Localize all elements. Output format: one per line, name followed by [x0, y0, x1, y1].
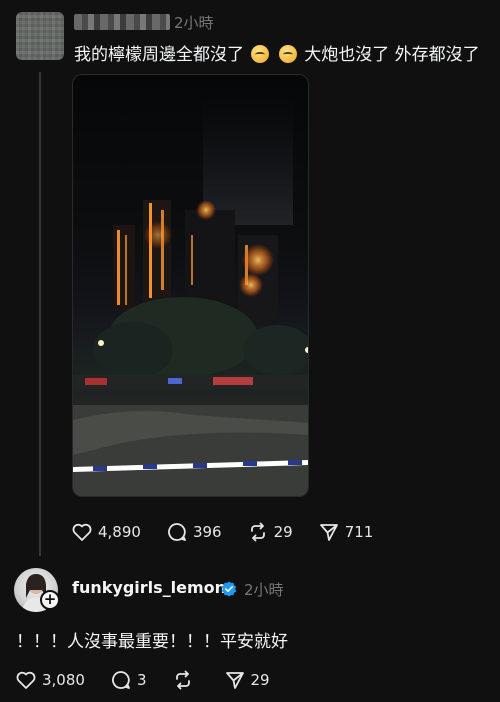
- post-1: 2小時 我的檸檬周邊全都沒了 大炮也沒了 外存都沒了 4,890 396 29 …: [0, 0, 500, 560]
- post-text-part1: 我的檸檬周邊全都沒了: [74, 45, 244, 65]
- like-count: 4,890: [98, 523, 141, 541]
- share-button[interactable]: 711: [319, 522, 374, 542]
- crying-face-icon: [251, 45, 270, 63]
- comment-icon: [168, 523, 186, 541]
- thread-line: [39, 72, 41, 556]
- send-icon: [225, 672, 244, 689]
- post-text-part2: 大炮也沒了 外存都沒了: [304, 45, 480, 65]
- comment-button[interactable]: 396: [167, 522, 222, 542]
- username[interactable]: funkygirls_lemon: [72, 578, 226, 597]
- crying-face-icon: [278, 45, 297, 63]
- repost-button[interactable]: [173, 670, 199, 690]
- like-count: 3,080: [42, 671, 85, 689]
- heart-icon: [16, 671, 36, 689]
- like-button[interactable]: 3,080: [16, 671, 85, 689]
- send-icon: [319, 524, 338, 541]
- share-count: 29: [250, 671, 270, 689]
- comment-count: 396: [192, 523, 222, 541]
- fire-building-photo: [73, 95, 308, 496]
- share-count: 711: [344, 523, 374, 541]
- repost-button[interactable]: 29: [248, 522, 293, 542]
- comment-icon: [112, 671, 130, 689]
- post-1-actions: 4,890 396 29 711: [72, 522, 399, 542]
- repost-icon: [175, 670, 190, 690]
- post-photo[interactable]: [72, 74, 309, 497]
- heart-icon: [72, 523, 92, 541]
- repost-icon: [250, 522, 265, 542]
- post-time: 2小時: [174, 14, 214, 32]
- repost-count: 29: [273, 523, 293, 541]
- verified-badge-icon: [221, 581, 237, 597]
- post-text: ！！！人沒事最重要！！！平安就好: [16, 632, 288, 652]
- post-time: 2小時: [244, 581, 284, 599]
- post-2: + funkygirls_lemon 2小時 ！！！人沒事最重要！！！平安就好 …: [0, 560, 500, 702]
- username-blurred[interactable]: [74, 14, 170, 30]
- like-button[interactable]: 4,890: [72, 523, 141, 541]
- comment-button[interactable]: 3: [111, 670, 147, 690]
- post-text: 我的檸檬周邊全都沒了 大炮也沒了 外存都沒了: [74, 40, 480, 65]
- comment-count: 3: [136, 671, 147, 689]
- post-2-actions: 3,080 3 29: [16, 670, 296, 690]
- share-button[interactable]: 29: [225, 670, 270, 690]
- avatar[interactable]: [16, 12, 64, 60]
- follow-plus-icon[interactable]: +: [40, 590, 60, 610]
